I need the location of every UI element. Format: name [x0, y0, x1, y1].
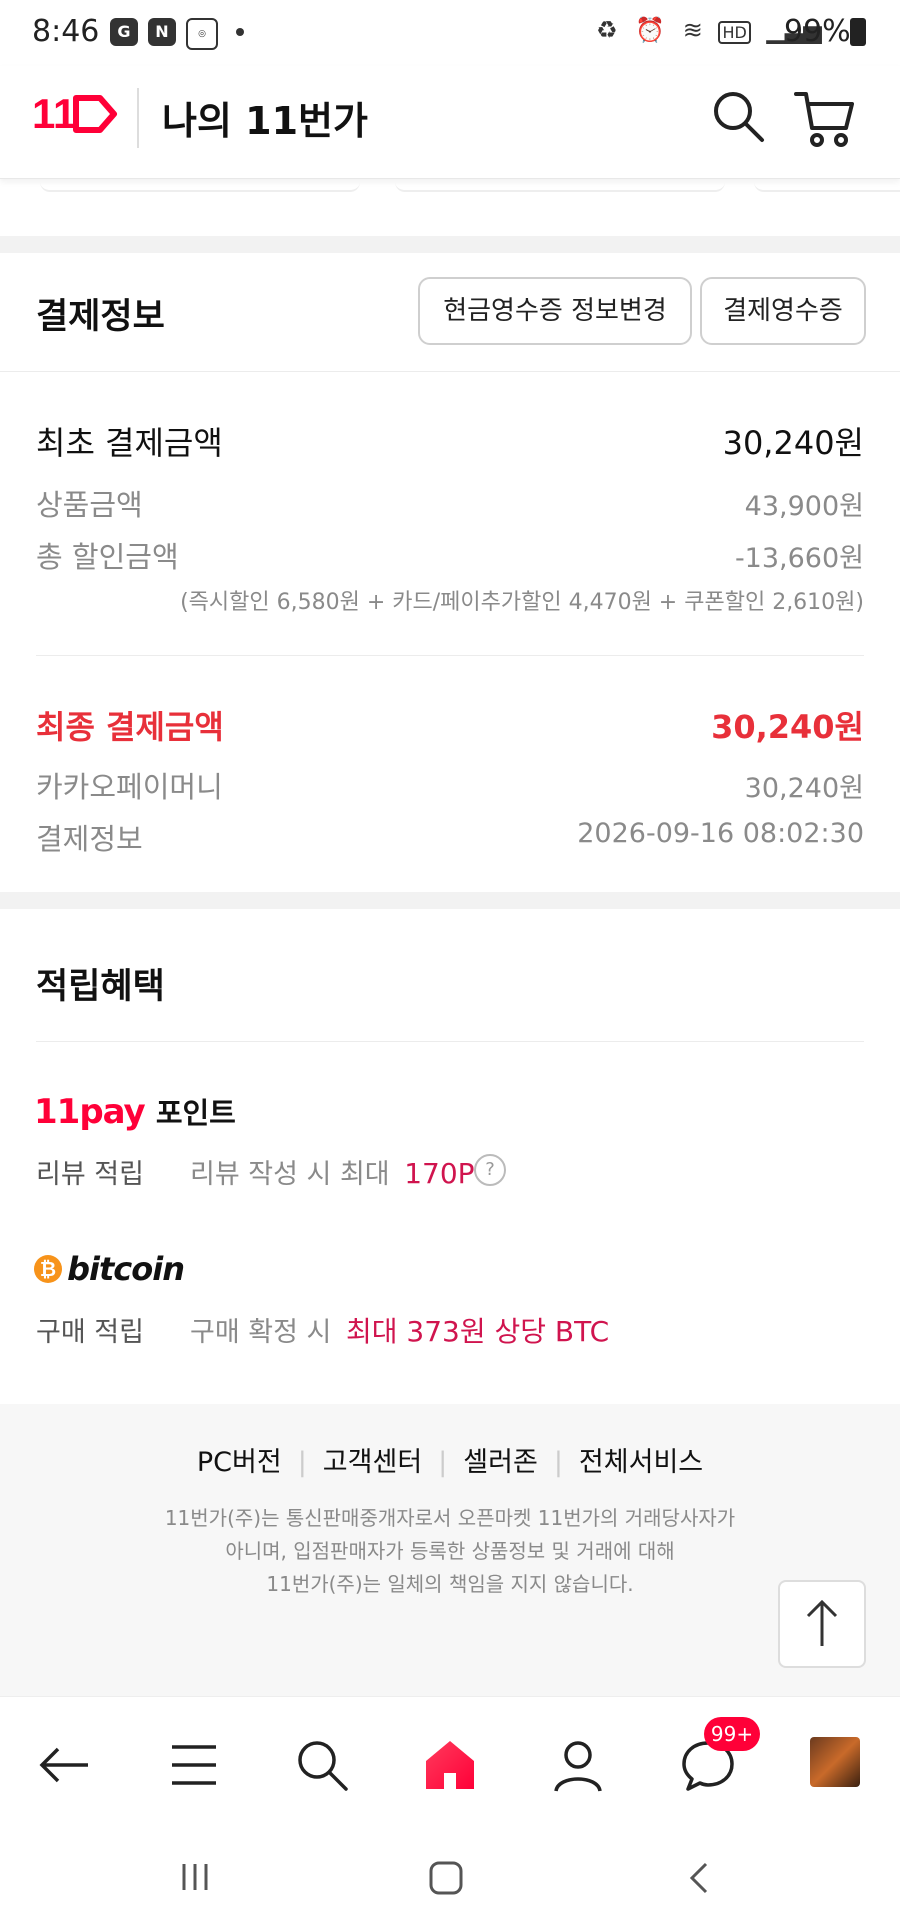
footer: PC버전 | 고객센터 | 셀러존 | 전체서비스 11번가(주)는 통신판매중개자로서 오… [0, 1404, 900, 1696]
footer-link-all-services[interactable]: 전체서비스 [579, 1447, 703, 1478]
hd-icon: HD [718, 21, 751, 44]
initial-amount-value: 30,240원 [722, 424, 864, 462]
purchase-reward-label: 구매 적립 [36, 1317, 144, 1348]
footer-link-customer-center[interactable]: 고객센터 [323, 1447, 422, 1478]
section-gap [0, 892, 900, 909]
cash-receipt-change-button[interactable]: 현금영수증 정보변경 [418, 277, 692, 345]
purchase-reward-desc: 구매 확정 시 [190, 1317, 332, 1348]
cart-icon [794, 92, 854, 147]
discount-amount-value: -13,660원 [734, 543, 864, 574]
system-back-button[interactable] [686, 1860, 712, 1896]
purchase-reward-value: 최대 373원 상당 BTC [345, 1315, 610, 1348]
chat-badge: 99+ [704, 1717, 760, 1751]
footer-separator: | [297, 1447, 307, 1478]
previous-card-edge [754, 178, 900, 192]
initial-amount-label: 최초 결제금액 [36, 424, 223, 462]
bottom-navigation: 99+ [0, 1696, 900, 1833]
divider [36, 655, 864, 656]
footer-separator: | [553, 1447, 563, 1478]
search-icon [714, 92, 764, 142]
system-home-button[interactable] [428, 1860, 464, 1896]
naver-notification-icon: N [148, 18, 176, 46]
section-gap [0, 236, 900, 253]
product-amount-value: 43,900원 [744, 491, 864, 522]
page-title: 나의 11번가 [162, 99, 368, 143]
footer-links: PC버전 | 고객센터 | 셀러존 | 전체서비스 [0, 1440, 900, 1479]
11pay-points-header: 11pay 포인트 [34, 1090, 236, 1132]
recent-product-thumbnail[interactable] [810, 1737, 860, 1787]
footer-separator: | [438, 1447, 448, 1478]
divider [36, 1041, 864, 1042]
benefits-section-title: 적립혜택 [36, 967, 165, 1007]
review-reward-desc: 리뷰 작성 시 최대 [190, 1159, 390, 1190]
market-notification-icon: ◎ [186, 18, 218, 50]
footer-notice-line: 아니며, 입점판매자가 등록한 상품정보 및 거래에 대해 [225, 1539, 675, 1563]
system-back-icon [689, 1862, 708, 1894]
payment-method-label: 카카오페이머니 [36, 770, 223, 804]
system-home-icon [429, 1861, 463, 1895]
up-arrow-icon [806, 1599, 838, 1646]
battery-icon [850, 18, 866, 46]
divider [0, 371, 900, 372]
footer-link-pc[interactable]: PC버전 [197, 1447, 282, 1478]
payment-method-value: 30,240원 [744, 773, 864, 804]
header-divider [137, 88, 139, 148]
nav-search-button[interactable] [294, 1737, 350, 1793]
discount-amount-label: 총 할인금액 [36, 540, 179, 574]
more-notifications-dot [236, 28, 244, 36]
bitcoin-icon: ₿ [34, 1255, 62, 1283]
wifi-icon: ≋ [682, 16, 703, 44]
cart-button[interactable] [792, 86, 856, 150]
11pay-logo: 11pay [34, 1092, 146, 1132]
review-reward-row: 리뷰 작성 시 최대 170P [190, 1152, 475, 1191]
search-button[interactable] [710, 88, 766, 144]
11st-logo[interactable]: 11 [32, 90, 118, 140]
footer-notice-line: 11번가(주)는 일체의 책임을 지지 않습니다. [266, 1572, 634, 1596]
home-button[interactable] [422, 1737, 478, 1793]
my-page-button[interactable] [550, 1737, 606, 1793]
footer-notice-line: 11번가(주)는 통신판매중개자로서 오픈마켓 11번가의 거래당사자가 [164, 1506, 736, 1530]
final-amount-value: 30,240원 [711, 708, 864, 746]
app-header: 11 나의 11번가 [0, 66, 900, 179]
footer-notice: 11번가(주)는 통신판매중개자로서 오픈마켓 11번가의 거래당사자가 아니며… [100, 1502, 800, 1601]
status-bar: 8:46 G N ◎ ♻ ⏰ ≋ HD ▁▃▅ 99% [0, 0, 900, 66]
profile-icon [554, 1741, 602, 1792]
footer-link-seller-zone[interactable]: 셀러존 [463, 1447, 538, 1478]
purchase-reward-row: 구매 확정 시 최대 373원 상당 BTC [190, 1310, 609, 1350]
previous-card-edge [395, 178, 725, 192]
recycle-icon: ♻ [596, 16, 618, 44]
review-reward-label: 리뷰 적립 [36, 1159, 144, 1190]
recent-apps-icon [182, 1864, 208, 1890]
bitcoin-header: ₿ bitcoin [34, 1250, 185, 1288]
menu-icon [172, 1745, 216, 1785]
menu-button[interactable] [166, 1737, 222, 1793]
battery-percent: 99% [784, 14, 851, 49]
system-navigation-bar [0, 1832, 900, 1930]
back-button[interactable] [36, 1737, 92, 1793]
final-amount-label: 최종 결제금액 [36, 708, 224, 746]
bitcoin-logo: bitcoin [67, 1250, 185, 1288]
payment-section-title: 결제정보 [36, 297, 165, 337]
svg-text:11: 11 [32, 92, 76, 136]
scroll-to-top-button[interactable] [778, 1580, 866, 1668]
alarm-icon: ⏰ [635, 16, 666, 44]
recent-apps-button[interactable] [178, 1860, 212, 1894]
home-icon [426, 1741, 474, 1789]
payment-info-label: 결제정보 [36, 822, 143, 856]
back-arrow-icon [39, 1747, 88, 1783]
status-time: 8:46 [32, 14, 100, 49]
g1-notification-icon: G [110, 18, 138, 46]
payment-receipt-button[interactable]: 결제영수증 [700, 277, 866, 345]
product-amount-label: 상품금액 [36, 488, 143, 522]
search-icon [298, 1741, 348, 1791]
payment-datetime: 2026-09-16 08:02:30 [577, 818, 864, 849]
discount-detail: (즉시할인 6,580원 + 카드/페이추가할인 4,470원 + 쿠폰할인 2… [180, 590, 864, 615]
help-icon[interactable]: ? [474, 1154, 506, 1186]
points-label: 포인트 [155, 1096, 236, 1130]
review-reward-value: 170P [404, 1157, 475, 1190]
previous-card-edge [40, 178, 360, 192]
